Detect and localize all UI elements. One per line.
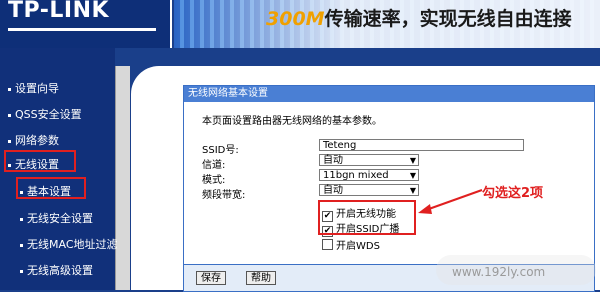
bandwidth-value: 自动 [323, 185, 343, 196]
help-button[interactable]: 帮助 [246, 271, 276, 285]
sidebar-item-label: 无线安全设置 [27, 212, 93, 225]
bandwidth-select[interactable]: 自动 ▼ [319, 184, 419, 196]
bullet-icon [8, 113, 11, 117]
channel-label: 信道: [202, 160, 226, 171]
sidebar-item-qss[interactable]: QSS安全设置 [8, 106, 82, 122]
bullet-icon [20, 243, 23, 247]
tp-link-logo: TP-LINK [8, 0, 110, 23]
channel-value: 自动 [323, 155, 343, 166]
save-button[interactable]: 保存 [196, 271, 226, 285]
dropdown-arrow-icon: ▼ [409, 156, 416, 165]
sidebar-item-advanced[interactable]: 无线高级设置 [20, 262, 93, 278]
sidebar-item-label: 设置向导 [15, 82, 59, 95]
bullet-icon [20, 217, 23, 221]
enable-wds-checkbox[interactable]: 开启WDS [322, 237, 380, 252]
watermark: www.192ly.com [452, 265, 546, 279]
highlight-checkboxes [318, 200, 416, 235]
sidebar-item-label: 网络参数 [15, 134, 59, 147]
banner-slogan: 300M传输速率，实现无线自由连接 [266, 4, 572, 31]
sidebar-item-wireless-security[interactable]: 无线安全设置 [20, 210, 93, 226]
banner-speed: 300M [266, 8, 325, 30]
mode-select[interactable]: 11bgn mixed ▼ [319, 169, 419, 181]
sidebar-item-network[interactable]: 网络参数 [8, 132, 59, 148]
bullet-icon [8, 87, 11, 91]
ssid-label: SSID号: [202, 145, 239, 156]
mode-label: 模式: [202, 175, 226, 186]
mode-value: 11bgn mixed [323, 170, 389, 181]
banner-graphic: 300M传输速率，实现无线自由连接 [174, 0, 600, 48]
banner-rest: 传输速率，实现无线自由连接 [324, 8, 572, 30]
bullet-icon [20, 269, 23, 273]
sidebar-scrollbar[interactable] [115, 66, 130, 290]
channel-select[interactable]: 自动 ▼ [319, 154, 419, 166]
highlight-wireless [4, 150, 76, 172]
sidebar-item-label: QSS安全设置 [15, 108, 82, 121]
checkbox-empty-icon [322, 239, 333, 250]
sidebar-item-label: 无线MAC地址过滤 [27, 238, 118, 251]
annotation-text: 勾选这2项 [482, 186, 544, 201]
dropdown-arrow-icon: ▼ [409, 171, 416, 180]
highlight-basic-settings [16, 177, 86, 199]
panel-description: 本页面设置路由器无线网络的基本参数。 [202, 116, 382, 127]
bullet-icon [8, 139, 11, 143]
sidebar-item-mac-filter[interactable]: 无线MAC地址过滤 [20, 236, 118, 252]
sidebar-item-setup-wizard[interactable]: 设置向导 [8, 80, 59, 96]
sidebar-item-label: 无线高级设置 [27, 264, 93, 277]
logo-area: TP-LINK [0, 0, 172, 48]
panel-title: 无线网络基本设置 [184, 86, 594, 102]
annotation-arrow-icon [418, 189, 483, 214]
logo-underline [8, 28, 156, 31]
ssid-input[interactable]: Teteng [319, 139, 524, 151]
bandwidth-label: 频段带宽: [202, 190, 246, 201]
header-banner: TP-LINK 300M传输速率，实现无线自由连接 [0, 0, 600, 48]
enable-wds-label: 开启WDS [336, 241, 380, 252]
